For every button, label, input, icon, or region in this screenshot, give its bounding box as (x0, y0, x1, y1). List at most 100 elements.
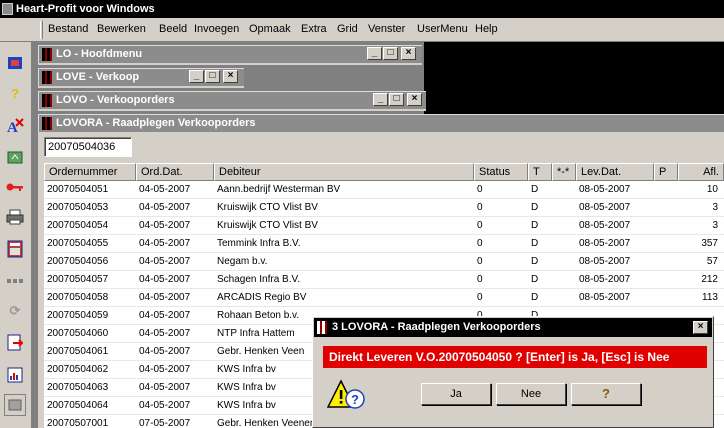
cell-afl: 357 (701, 238, 718, 249)
cell-t: D (531, 292, 539, 303)
close-icon[interactable]: × (693, 321, 708, 334)
column-header-t[interactable]: T (528, 163, 552, 181)
confirm-dialog: 3 LOVORA - Raadplegen Verkooporders × Di… (312, 316, 714, 428)
column-header-levdat[interactable]: Lev.Dat. (576, 163, 654, 181)
cell-status: 0 (477, 238, 483, 249)
help-icon[interactable]: ? (4, 82, 26, 104)
window-lovo-title: LOVO - Verkooporders (56, 94, 175, 106)
cell-status: 0 (477, 220, 483, 231)
close-icon[interactable]: × (407, 93, 422, 106)
table-row[interactable]: 20070504058 04-05-2007 ARCADIS Regio BV 0 D 0… (44, 289, 724, 307)
report-icon[interactable] (4, 364, 26, 386)
table-row[interactable]: 20070504053 04-05-2007 Kruiswijk CTO Vlist… (44, 199, 724, 217)
cell-status: 0 (477, 256, 483, 267)
export-icon[interactable] (4, 332, 26, 354)
dots-icon[interactable] (4, 270, 26, 292)
menu-bestand[interactable]: Bestand (48, 22, 88, 36)
import-icon[interactable] (4, 146, 26, 168)
app-title: Heart-Profit voor Windows (16, 3, 155, 15)
column-header-ordernummer[interactable]: Ordernummer (44, 163, 136, 181)
cell-orddat: 04-05-2007 (139, 274, 191, 285)
maximize-icon[interactable]: □ (205, 70, 220, 83)
menu-invoegen[interactable]: Invoegen (194, 22, 239, 36)
key-icon[interactable] (4, 176, 26, 198)
table-row[interactable]: 20070504055 04-05-2007 Temmink Infra B.V. 0… (44, 235, 724, 253)
maximize-icon[interactable]: □ (389, 93, 404, 106)
window-icon[interactable] (4, 394, 26, 416)
table-row[interactable]: 20070504051 04-05-2007 Aann.bedrijf Wester… (44, 181, 724, 199)
calculator-icon[interactable] (4, 238, 26, 260)
minimize-icon[interactable]: _ (189, 70, 204, 83)
menu-opmaak[interactable]: Opmaak (249, 22, 291, 36)
cell-debiteur: ARCADIS Regio BV (217, 292, 307, 303)
side-toolbar: ? A ⟳ (0, 42, 32, 428)
close-icon[interactable]: × (401, 47, 416, 60)
column-header-star[interactable]: *-* (552, 163, 576, 181)
cell-p (654, 217, 678, 235)
cell-ordernummer: 20070504056 (47, 256, 109, 267)
cell-p (654, 271, 678, 289)
cell-p (654, 253, 678, 271)
column-header-orddat[interactable]: Ord.Dat. (136, 163, 214, 181)
exit-icon[interactable] (4, 52, 26, 74)
cell-orddat: 04-05-2007 (139, 202, 191, 213)
menu-extra[interactable]: Extra (301, 22, 327, 36)
table-row[interactable]: 20070504054 04-05-2007 Kruiswijk CTO Vlist… (44, 217, 724, 235)
minimize-icon[interactable]: _ (367, 47, 382, 60)
column-header-debiteur[interactable]: Debiteur (214, 163, 474, 181)
cell-levdat: 08-05-2007 (579, 238, 631, 249)
cell-levdat: 08-05-2007 (579, 274, 631, 285)
window-love[interactable]: LOVE - Verkoop _ □ × (38, 68, 244, 86)
menu-bewerken[interactable]: Bewerken (97, 22, 146, 36)
grid-header: Ordernummer Ord.Dat. Debiteur Status T *… (44, 163, 724, 181)
cell-levdat: 08-05-2007 (579, 220, 631, 231)
column-header-afl[interactable]: Afl. (678, 163, 724, 181)
window-system-icon[interactable] (42, 117, 52, 130)
maximize-icon[interactable]: □ (383, 47, 398, 60)
cell-ordernummer: 20070504058 (47, 292, 109, 303)
cell-afl: 57 (706, 256, 718, 267)
menu-grid[interactable]: Grid (337, 22, 358, 36)
print-icon[interactable] (4, 206, 26, 228)
window-lo-title: LO - Hoofdmenu (56, 48, 143, 60)
dialog-title: 3 LOVORA - Raadplegen Verkooporders (332, 321, 541, 333)
cell-afl: 3 (712, 220, 718, 231)
spelling-icon[interactable]: A (4, 115, 26, 137)
column-header-p[interactable]: P (654, 163, 678, 181)
window-system-icon[interactable] (42, 71, 52, 84)
window-system-icon[interactable] (42, 48, 52, 61)
yes-button[interactable]: Ja (421, 383, 491, 405)
cell-status: 0 (477, 274, 483, 285)
menu-venster[interactable]: Venster (368, 22, 405, 36)
minimize-icon[interactable]: _ (373, 93, 388, 106)
search-input[interactable]: 20070504036 (44, 137, 132, 157)
cell-t: D (531, 256, 539, 267)
cell-levdat: 08-05-2007 (579, 292, 631, 303)
close-icon[interactable]: × (223, 70, 238, 83)
no-button[interactable]: Nee (496, 383, 566, 405)
column-header-status[interactable]: Status (474, 163, 528, 181)
dialog-system-icon[interactable] (317, 321, 327, 334)
window-lovora[interactable]: LOVORA - Raadplegen Verkooporders (38, 114, 724, 132)
warning-question-icon: ? (326, 377, 365, 413)
app-title-bar: Heart-Profit voor Windows (0, 0, 724, 18)
menu-beeld[interactable]: Beeld (159, 22, 187, 36)
app-system-icon[interactable] (2, 3, 13, 15)
window-system-icon[interactable] (42, 94, 52, 107)
cell-t: D (531, 274, 539, 285)
dialog-title-bar: 3 LOVORA - Raadplegen Verkooporders × (314, 318, 712, 337)
menu-usermenu[interactable]: UserMenu (417, 22, 468, 36)
cell-ordernummer: 20070504053 (47, 202, 109, 213)
window-lovo[interactable]: LOVO - Verkooporders _ □ × (38, 91, 426, 109)
cell-debiteur: Temmink Infra B.V. (217, 238, 301, 249)
cell-status: 0 (477, 202, 483, 213)
help-button[interactable]: ? (571, 383, 641, 405)
table-row[interactable]: 20070504057 04-05-2007 Schagen Infra B.V. 0… (44, 271, 724, 289)
cell-ordernummer: 20070504055 (47, 238, 109, 249)
table-row[interactable]: 20070504056 04-05-2007 Negam b.v. 0 D 08-05-2… (44, 253, 724, 271)
dialog-message: Direkt Leveren V.O.20070504050 ? [Enter]… (323, 346, 707, 368)
window-lovora-title: LOVORA - Raadplegen Verkooporders (56, 117, 256, 129)
window-lo[interactable]: LO - Hoofdmenu _ □ × (38, 45, 422, 63)
refresh-icon[interactable]: ⟳ (4, 300, 26, 322)
menu-help[interactable]: Help (475, 22, 498, 36)
